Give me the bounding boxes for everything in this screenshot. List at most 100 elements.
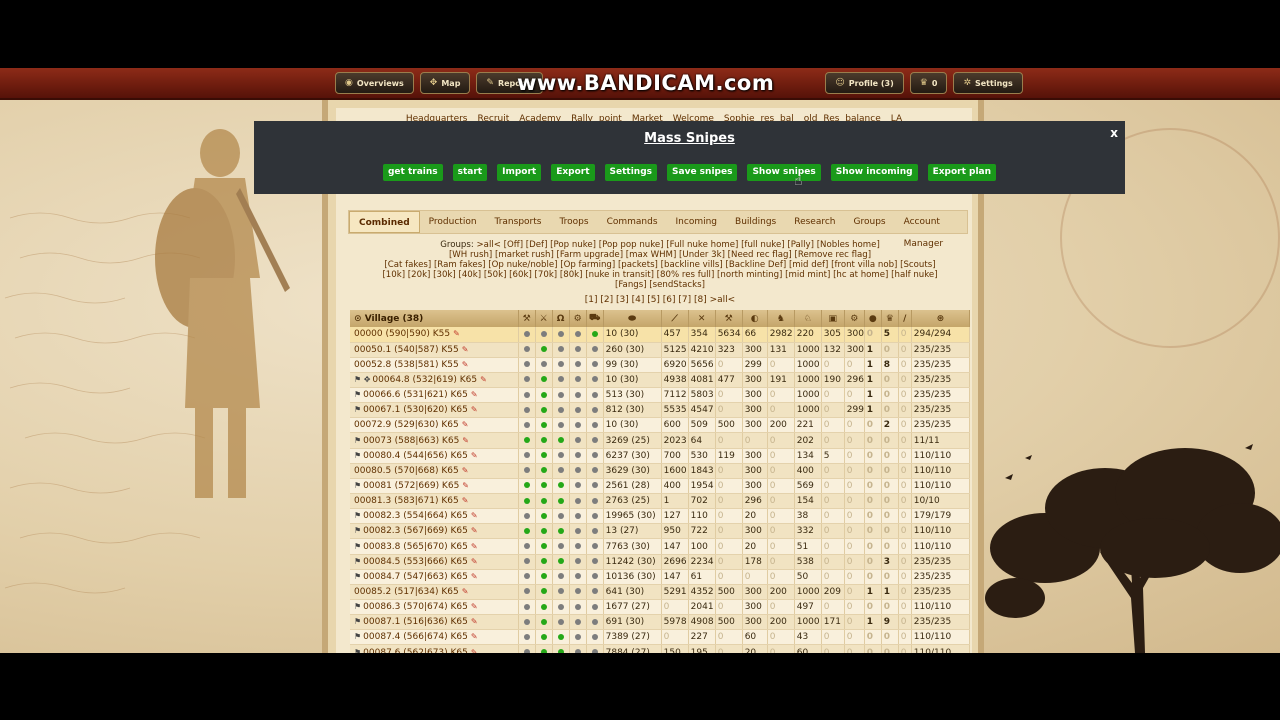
import-button[interactable]: Import — [497, 164, 542, 181]
village-name-link[interactable]: 00086.3 (570|674) K65 — [363, 602, 468, 612]
topbar-overviews-button[interactable]: ◉ Overviews — [335, 72, 414, 94]
unit-count-cell[interactable]: 300 — [742, 402, 768, 419]
unit-count-cell[interactable]: 0 — [844, 493, 865, 510]
unit-count-cell[interactable]: 950 — [661, 523, 689, 540]
village-name-link[interactable]: 00073 (588|663) K65 — [363, 436, 459, 446]
unit-count-cell[interactable]: 220 — [794, 327, 822, 343]
unit-count-cell[interactable]: 20 — [742, 538, 768, 555]
unit-count-cell[interactable]: 20 — [742, 508, 768, 525]
unit-count-cell[interactable]: 5291 — [661, 584, 689, 601]
unit-count-cell[interactable]: 0 — [881, 432, 899, 449]
close-button[interactable]: x — [1110, 126, 1118, 140]
unit-count-cell[interactable]: 43 — [794, 629, 822, 646]
unit-count-cell[interactable]: 0 — [661, 599, 689, 616]
unit-count-cell[interactable]: 1 — [864, 357, 882, 373]
village-name-link[interactable]: 00082.3 (567|669) K65 — [363, 526, 468, 536]
village-name-link[interactable]: 00064.8 (532|619) K65 — [372, 375, 477, 385]
unit-count-cell[interactable]: 0 — [864, 508, 882, 525]
save-snipes-button[interactable]: Save snipes — [667, 164, 738, 181]
unit-count-cell[interactable]: 0 — [715, 432, 743, 449]
unit-count-cell[interactable]: 0 — [767, 644, 795, 653]
rename-icon[interactable]: ✎ — [462, 587, 469, 596]
unit-count-cell[interactable]: 0 — [881, 372, 899, 389]
unit-count-cell[interactable]: 0 — [715, 523, 743, 540]
unit-count-cell[interactable]: 0 — [864, 417, 882, 434]
unit-count-cell[interactable]: 0 — [767, 432, 795, 449]
unit-count-cell[interactable]: 38 — [794, 508, 822, 525]
unit-count-cell[interactable]: 200 — [767, 584, 795, 601]
unit-count-cell[interactable]: 300 — [742, 342, 768, 358]
unit-count-cell[interactable]: 0 — [742, 432, 768, 449]
unit-count-cell[interactable]: 150 — [661, 644, 689, 653]
village-name-cell[interactable]: 00052.8 (538|581) K55 ✎ — [350, 357, 519, 373]
unit-count-cell[interactable]: 0 — [898, 508, 912, 525]
unit-count-cell[interactable]: 0 — [898, 584, 912, 601]
unit-count-cell[interactable]: 100 — [688, 538, 716, 555]
unit-count-cell[interactable]: 5978 — [661, 614, 689, 631]
unit-count-cell[interactable]: 0 — [821, 493, 845, 510]
unit-count-cell[interactable]: 1000 — [794, 342, 822, 358]
group-filter-line[interactable]: [Fangs] [sendStacks] — [615, 280, 705, 290]
village-name-link[interactable]: 00084.5 (553|666) K65 — [363, 557, 468, 567]
unit-count-cell[interactable]: 0 — [844, 387, 865, 404]
unit-count-cell[interactable]: 0 — [821, 417, 845, 434]
unit-count-cell[interactable]: 0 — [881, 599, 899, 616]
unit-count-cell[interactable]: 4938 — [661, 372, 689, 389]
unit-count-cell[interactable]: 0 — [898, 538, 912, 555]
unit-count-cell[interactable]: 0 — [844, 357, 865, 373]
unit-count-cell[interactable]: 0 — [881, 478, 899, 495]
tab-combined[interactable]: Combined — [349, 211, 420, 233]
unit-count-cell[interactable]: 0 — [898, 599, 912, 616]
rename-icon[interactable]: ✎ — [462, 496, 469, 505]
unit-count-cell[interactable]: 0 — [821, 554, 845, 570]
unit-count-cell[interactable]: 4210 — [688, 342, 716, 358]
unit-count-cell[interactable]: 0 — [844, 644, 865, 653]
unit-count-cell[interactable]: 8 — [881, 357, 899, 373]
tab-research[interactable]: Research — [785, 211, 844, 233]
unit-count-cell[interactable]: 5535 — [661, 402, 689, 419]
unit-count-cell[interactable]: 300 — [742, 599, 768, 616]
unit-count-cell[interactable]: 0 — [821, 599, 845, 616]
village-name-cell[interactable]: ⚑ 00086.3 (570|674) K65 ✎ — [350, 599, 519, 616]
unit-count-cell[interactable]: 0 — [821, 569, 845, 585]
unit-count-cell[interactable]: 50 — [794, 569, 822, 585]
unit-count-cell[interactable]: 0 — [898, 372, 912, 389]
unit-count-cell[interactable]: 154 — [794, 493, 822, 510]
unit-count-cell[interactable]: 1843 — [688, 463, 716, 479]
village-column-header[interactable]: ⊙ Village (38) — [350, 310, 519, 327]
unit-count-cell[interactable]: 702 — [688, 493, 716, 510]
unit-count-cell[interactable]: 500 — [715, 614, 743, 631]
unit-count-cell[interactable]: 5125 — [661, 342, 689, 358]
unit-count-cell[interactable]: 134 — [794, 448, 822, 464]
unit-count-cell[interactable]: 1000 — [794, 614, 822, 631]
unit-count-cell[interactable]: 66 — [742, 327, 768, 343]
unit-count-cell[interactable]: 4081 — [688, 372, 716, 389]
unit-count-cell[interactable]: 0 — [715, 644, 743, 653]
unit-count-cell[interactable]: 323 — [715, 342, 743, 358]
unit-count-cell[interactable]: 722 — [688, 523, 716, 540]
unit-count-cell[interactable]: 538 — [794, 554, 822, 570]
unit-count-cell[interactable]: 300 — [742, 614, 768, 631]
unit-count-cell[interactable]: 0 — [844, 629, 865, 646]
unit-count-cell[interactable]: 0 — [864, 432, 882, 449]
unit-count-cell[interactable]: 0 — [864, 554, 882, 570]
unit-count-cell[interactable]: 0 — [898, 523, 912, 540]
rename-icon[interactable]: ✎ — [471, 602, 478, 611]
unit-count-cell[interactable]: 1600 — [661, 463, 689, 479]
village-name-link[interactable]: 00067.1 (530|620) K65 — [363, 405, 468, 415]
village-name-cell[interactable]: ⚑ 00080.4 (544|656) K65 ✎ — [350, 448, 519, 464]
unit-count-cell[interactable]: 0 — [715, 402, 743, 419]
unit-count-cell[interactable]: 0 — [715, 463, 743, 479]
village-name-link[interactable]: 00080.5 (570|668) K65 — [354, 466, 459, 476]
unit-count-cell[interactable]: 0 — [821, 629, 845, 646]
unit-count-cell[interactable]: 0 — [821, 463, 845, 479]
unit-count-cell[interactable]: 0 — [844, 538, 865, 555]
rename-icon[interactable]: ✎ — [462, 360, 469, 369]
unit-count-cell[interactable]: 0 — [715, 599, 743, 616]
unit-count-cell[interactable]: 0 — [881, 569, 899, 585]
tab-buildings[interactable]: Buildings — [726, 211, 785, 233]
unit-count-cell[interactable]: 0 — [898, 342, 912, 358]
tab-groups[interactable]: Groups — [845, 211, 895, 233]
group-filter-line[interactable]: >all< [Off] [Def] [Pop nuke] [Pop pop nu… — [476, 240, 879, 250]
unit-count-cell[interactable]: 0 — [767, 629, 795, 646]
